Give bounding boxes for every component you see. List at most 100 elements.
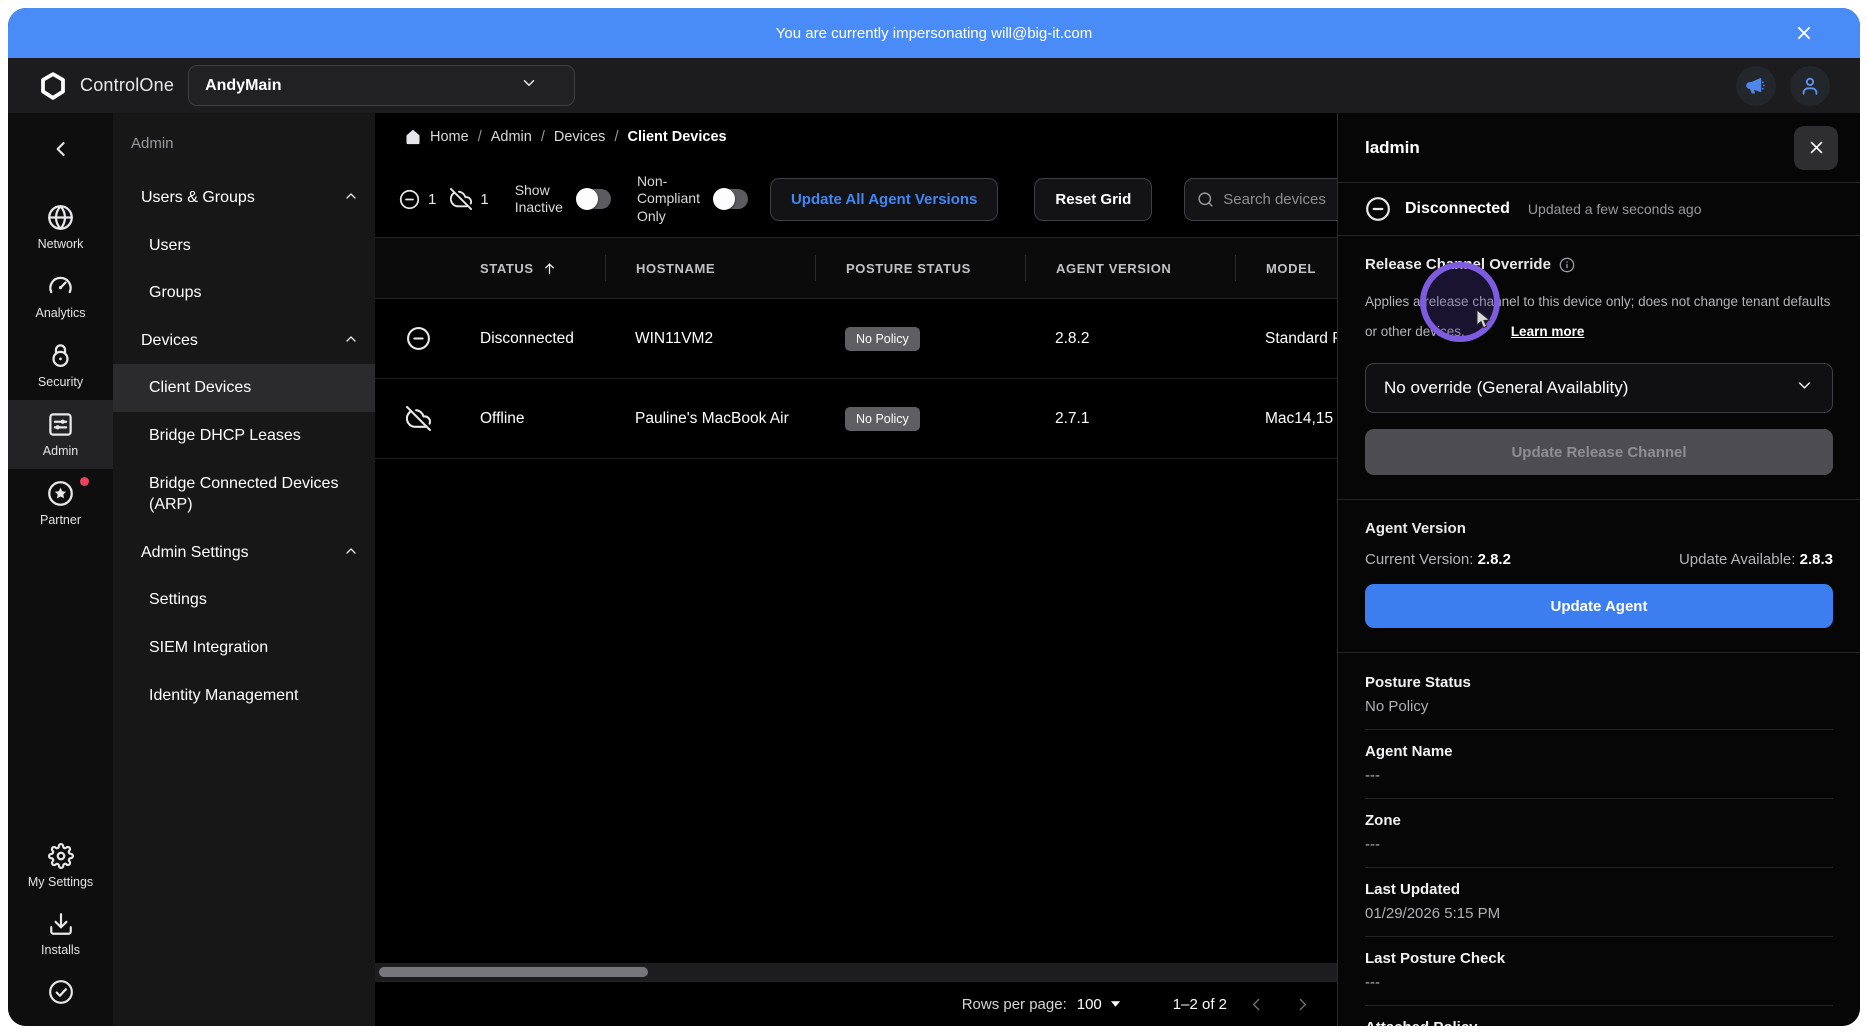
cloud-off-icon [450, 188, 472, 210]
current-version: Current Version: 2.8.2 [1365, 551, 1511, 568]
rail-item-admin[interactable]: Admin [8, 400, 113, 469]
close-icon [1795, 24, 1813, 42]
rail-item-network[interactable]: Network [8, 193, 113, 262]
banner-close-button[interactable] [1790, 19, 1818, 47]
admin-nav-panel: Admin Users & Groups Users Groups Device… [113, 113, 375, 1026]
horizontal-scrollbar[interactable] [375, 963, 1337, 981]
nav-item-client-devices[interactable]: Client Devices [113, 364, 375, 412]
offline-count: 1 [450, 188, 488, 210]
caret-down-icon [1110, 1000, 1121, 1008]
brand: ControlOne [38, 70, 174, 102]
nav-item-users-groups[interactable]: Users & Groups [113, 174, 375, 222]
lock-icon [47, 342, 74, 369]
star-circle-icon [47, 480, 74, 507]
disconnected-count: 1 [399, 189, 436, 210]
rail-item-my-settings[interactable]: My Settings [8, 832, 113, 900]
nav-item-admin-settings[interactable]: Admin Settings [113, 529, 375, 577]
user-menu-button[interactable] [1790, 66, 1830, 106]
column-header-hostname[interactable]: HOSTNAME [605, 255, 815, 281]
rail-item-partner[interactable]: Partner [8, 469, 113, 538]
pagination-range: 1–2 of 2 [1173, 996, 1227, 1013]
tenant-selector[interactable]: AndyMain [188, 65, 575, 106]
megaphone-icon [1745, 75, 1767, 97]
gauge-icon [47, 273, 74, 300]
chevron-left-icon [1248, 996, 1265, 1013]
collapse-sidebar-button[interactable] [41, 131, 81, 167]
panel-connection-status: Disconnected Updated a few seconds ago [1338, 183, 1860, 236]
close-icon [1808, 139, 1825, 156]
column-header-status[interactable]: STATUS [450, 255, 605, 281]
panel-close-button[interactable] [1794, 126, 1838, 170]
nav-item-bridge-dhcp-leases[interactable]: Bridge DHCP Leases [113, 412, 375, 460]
sliders-icon [47, 411, 74, 438]
device-row-win11vm2[interactable]: Disconnected WIN11VM2 No Policy 2.8.2 St… [375, 299, 1337, 379]
nav-item-devices[interactable]: Devices [113, 317, 375, 365]
column-header-agent-version[interactable]: AGENT VERSION [1025, 255, 1235, 281]
brand-name: ControlOne [80, 75, 174, 96]
agent-version-section: Agent Version Current Version: 2.8.2 Upd… [1338, 500, 1860, 653]
non-compliant-toggle[interactable] [714, 189, 748, 209]
release-channel-section: Release Channel Override Applies a relea… [1338, 236, 1860, 500]
device-detail-panel: ladmin Disconnected Updated a few second… [1337, 113, 1860, 1026]
rail-label: Network [38, 237, 84, 251]
rail-item-status-check[interactable] [8, 968, 113, 1016]
available-version: Update Available: 2.8.3 [1679, 551, 1833, 568]
update-release-channel-button[interactable]: Update Release Channel [1365, 429, 1833, 475]
minus-circle-icon [399, 189, 420, 210]
rail-item-installs[interactable]: Installs [8, 900, 113, 968]
learn-more-link[interactable]: Learn more [1511, 324, 1585, 339]
non-compliant-label: Non- Compliant Only [637, 173, 700, 226]
breadcrumb-admin[interactable]: Admin [491, 129, 532, 145]
cell-agent-version: 2.8.2 [1025, 330, 1235, 348]
chevron-down-icon [1795, 376, 1814, 395]
update-all-agent-versions-button[interactable]: Update All Agent Versions [770, 178, 998, 221]
nav-item-identity-management[interactable]: Identity Management [113, 672, 375, 720]
next-page-button[interactable] [1285, 987, 1319, 1021]
cell-hostname: Pauline's MacBook Air [605, 410, 815, 428]
nav-item-settings[interactable]: Settings [113, 576, 375, 624]
rail-item-analytics[interactable]: Analytics [8, 262, 113, 331]
device-row-paulines-macbook-air[interactable]: Offline Pauline's MacBook Air No Policy … [375, 379, 1337, 459]
agent-version-title: Agent Version [1365, 520, 1466, 537]
cell-status: Disconnected [450, 330, 605, 348]
show-inactive-toggle[interactable] [577, 189, 611, 209]
update-agent-button[interactable]: Update Agent [1365, 584, 1833, 628]
info-icon[interactable] [1559, 257, 1575, 273]
chevron-up-icon [343, 331, 359, 347]
home-icon [405, 129, 421, 145]
nav-item-users[interactable]: Users [113, 222, 375, 270]
breadcrumb-home[interactable]: Home [430, 129, 469, 145]
rail-label: Security [38, 375, 83, 389]
release-channel-description: Applies a release channel to this device… [1365, 287, 1833, 347]
device-details-list: Posture Status No Policy Agent Name --- … [1338, 653, 1860, 1026]
header-actions [1736, 66, 1830, 106]
rail-label: Analytics [35, 306, 85, 320]
nav-item-bridge-connected-devices[interactable]: Bridge Connected Devices (ARP) [113, 460, 375, 529]
rail-item-security[interactable]: Security [8, 331, 113, 400]
announcements-button[interactable] [1736, 66, 1776, 106]
nav-item-groups[interactable]: Groups [113, 269, 375, 317]
panel-title: ladmin [1365, 138, 1420, 158]
nav-item-siem-integration[interactable]: SIEM Integration [113, 624, 375, 672]
column-header-posture-status[interactable]: POSTURE STATUS [815, 255, 1025, 281]
detail-last-updated: Last Updated 01/29/2026 5:15 PM [1365, 868, 1833, 937]
reset-grid-button[interactable]: Reset Grid [1034, 178, 1152, 221]
cloud-off-icon [406, 406, 431, 431]
chevron-down-icon [520, 74, 538, 92]
nav-title: Admin [113, 135, 375, 152]
scrollbar-thumb[interactable] [379, 967, 648, 977]
previous-page-button[interactable] [1239, 987, 1273, 1021]
rows-per-page-select[interactable]: 100 [1077, 996, 1121, 1013]
release-channel-select[interactable]: No override (General Availablity) [1365, 363, 1833, 413]
detail-agent-name: Agent Name --- [1365, 730, 1833, 799]
column-header-model[interactable]: MODEL [1235, 255, 1337, 281]
cell-model: Standard PC ( [1235, 330, 1337, 348]
controlone-logo-icon [38, 70, 68, 102]
breadcrumb-devices[interactable]: Devices [554, 129, 606, 145]
impersonation-banner: You are currently impersonating will@big… [8, 8, 1860, 58]
rail-label: Admin [43, 444, 78, 458]
rail-label: Installs [41, 943, 80, 957]
panel-status-text: Disconnected [1405, 200, 1510, 218]
detail-posture-status: Posture Status No Policy [1365, 661, 1833, 730]
tenant-name: AndyMain [205, 77, 281, 95]
